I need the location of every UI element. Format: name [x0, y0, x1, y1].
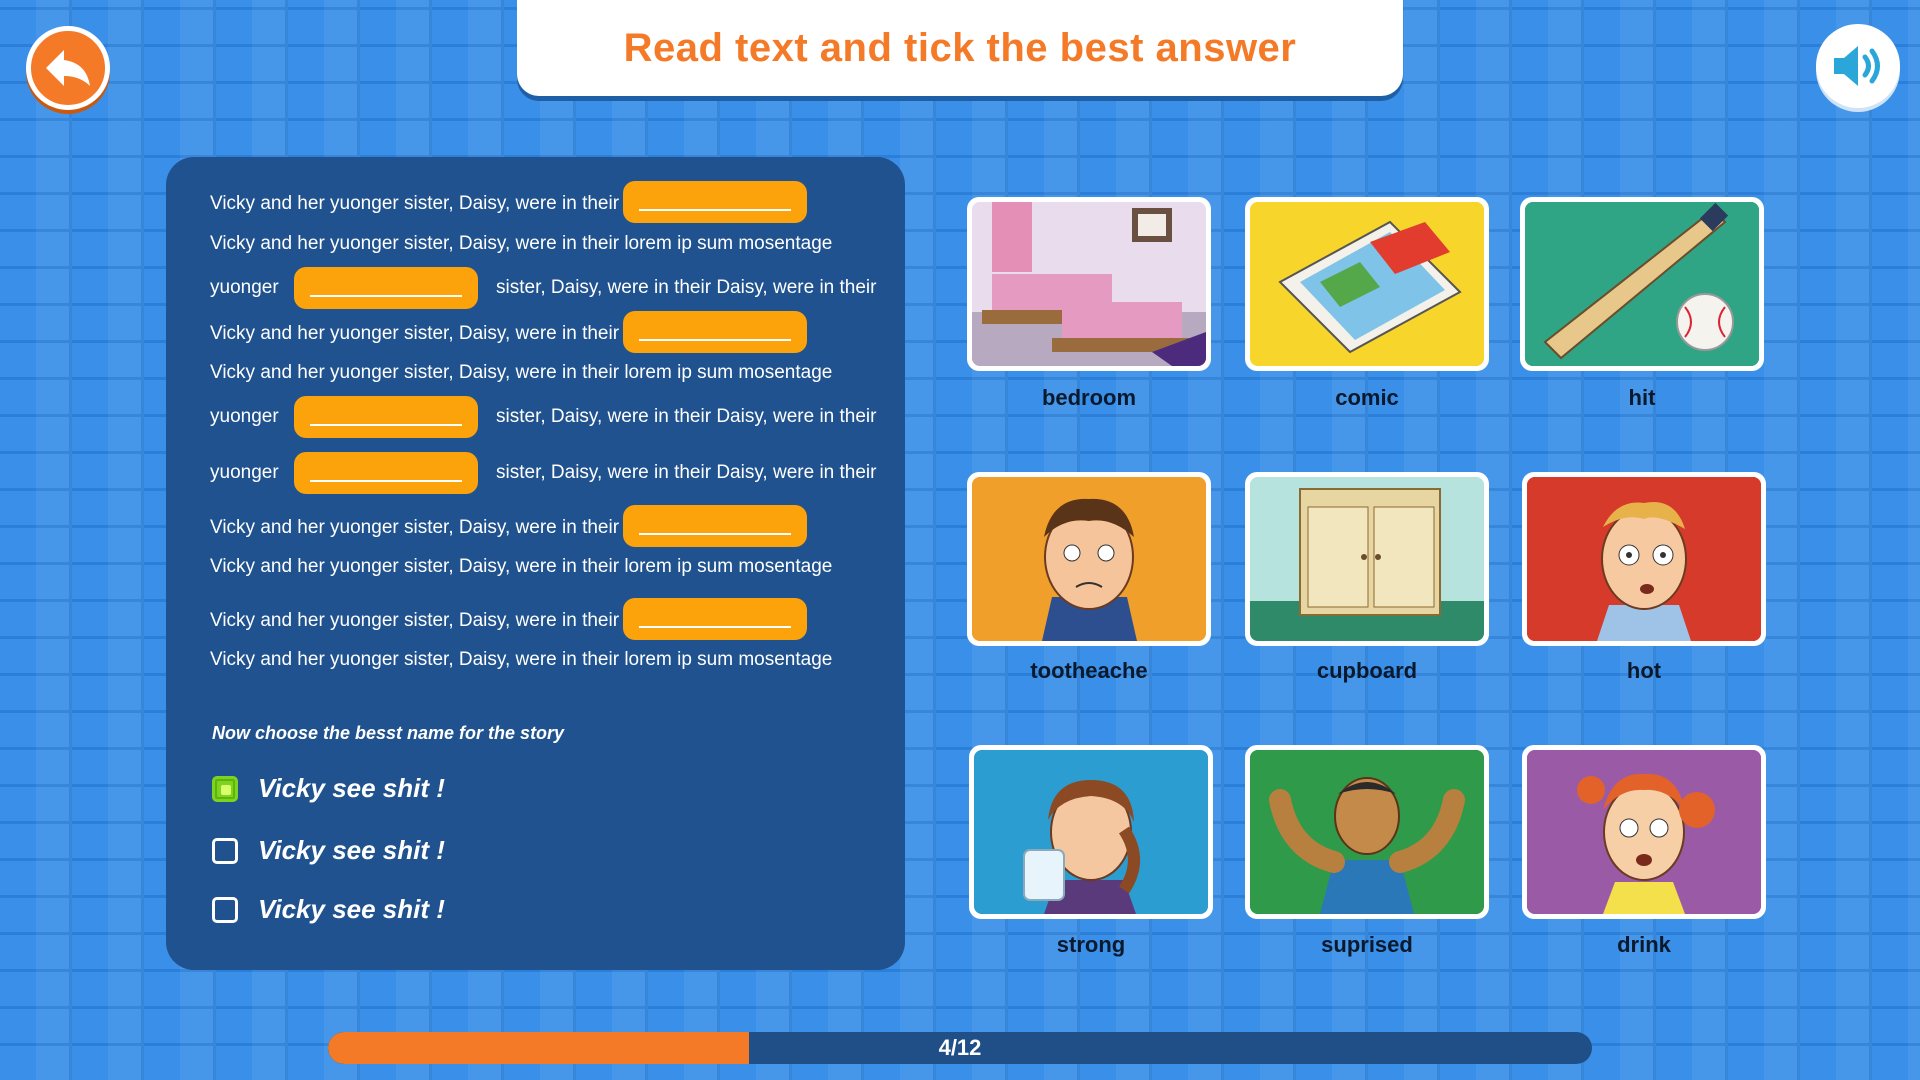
answer-blank-6[interactable] [623, 505, 807, 547]
picture-card-drink[interactable] [1522, 745, 1766, 919]
story-line: Vicky and her yuonger sister, Daisy, wer… [210, 362, 833, 383]
bedroom-illustration [972, 202, 1206, 366]
speaker-icon [1834, 46, 1880, 86]
picture-label: bedroom [1041, 385, 1137, 410]
answer-blank-4[interactable] [294, 396, 478, 438]
story-line: yuonger [210, 406, 279, 427]
story-line: Vicky and her yuonger sister, Daisy, wer… [210, 610, 620, 631]
checkbox-icon[interactable] [212, 837, 238, 864]
answer-blank-7[interactable] [623, 598, 807, 640]
story-line: Vicky and her yuonger sister, Daisy, wer… [210, 193, 620, 214]
progress-text: 4/12 [938, 1035, 982, 1060]
answer-option-label: Vicky see shit ! [258, 894, 445, 924]
answer-option-label: Vicky see shit ! [258, 835, 445, 865]
back-arrow-icon [46, 50, 90, 86]
story-line: yuonger [210, 277, 279, 298]
story-line: sister, Daisy, were in their Daisy, were… [496, 277, 877, 298]
picture-label: hit [1628, 385, 1656, 410]
answer-blank-5[interactable] [294, 452, 478, 494]
picture-card-hit[interactable] [1520, 197, 1764, 371]
story-line: Vicky and her yuonger sister, Daisy, wer… [210, 517, 620, 538]
answer-option-1[interactable]: Vicky see shit ! [212, 773, 445, 804]
answer-option-label: Vicky see shit ! [258, 773, 445, 803]
page-title: Read text and tick the best answer [623, 25, 1297, 70]
strong-illustration [974, 750, 1208, 914]
answer-blank-3[interactable] [623, 311, 807, 353]
title-card: Read text and tick the best answer [517, 0, 1403, 96]
picture-card-suprised[interactable] [1245, 745, 1489, 919]
question-prompt: Now choose the besst name for the story [212, 723, 565, 743]
picture-label: drink [1617, 932, 1671, 957]
story-line: Vicky and her yuonger sister, Daisy, wer… [210, 556, 833, 577]
picture-card-bedroom[interactable] [967, 197, 1211, 371]
picture-card-hot[interactable] [1522, 472, 1766, 646]
picture-label: hot [1626, 658, 1662, 683]
picture-label: comic [1335, 385, 1399, 410]
story-line: sister, Daisy, were in their Daisy, were… [496, 406, 877, 427]
story-line: Vicky and her yuonger sister, Daisy, wer… [210, 649, 833, 670]
picture-card-cupboard[interactable] [1245, 472, 1489, 646]
cupboard-illustration [1250, 477, 1484, 641]
hot-illustration [1527, 477, 1761, 641]
picture-card-strong[interactable] [969, 745, 1213, 919]
comic-illustration [1250, 202, 1484, 366]
picture-label: strong [1056, 932, 1126, 957]
story-line: yuonger [210, 462, 279, 483]
story-line: Vicky and her yuonger sister, Daisy, wer… [210, 323, 620, 344]
answer-option-2[interactable]: Vicky see shit ! [212, 835, 445, 866]
picture-label: cupboard [1316, 658, 1418, 683]
answer-blank-2[interactable] [294, 267, 478, 309]
toothache-illustration [972, 477, 1206, 641]
story-line: sister, Daisy, were in their Daisy, were… [496, 462, 877, 483]
picture-card-comic[interactable] [1245, 197, 1489, 371]
picture-label: suprised [1321, 932, 1413, 957]
answer-option-3[interactable]: Vicky see shit ! [212, 894, 445, 925]
back-button[interactable] [26, 26, 110, 110]
hit-illustration [1525, 202, 1759, 366]
answer-blank-1[interactable] [623, 181, 807, 223]
picture-label: tootheache [1030, 658, 1148, 683]
checkbox-checked-icon[interactable] [212, 775, 238, 802]
sound-button[interactable] [1816, 24, 1900, 108]
checkbox-icon[interactable] [212, 896, 238, 923]
drink-illustration [1527, 750, 1761, 914]
progress-bar: 4/12 [328, 1032, 1592, 1064]
surprised-illustration [1250, 750, 1484, 914]
story-line: Vicky and her yuonger sister, Daisy, wer… [210, 233, 833, 254]
story-panel: Vicky and her yuonger sister, Daisy, wer… [166, 157, 905, 970]
picture-card-tootheache[interactable] [967, 472, 1211, 646]
